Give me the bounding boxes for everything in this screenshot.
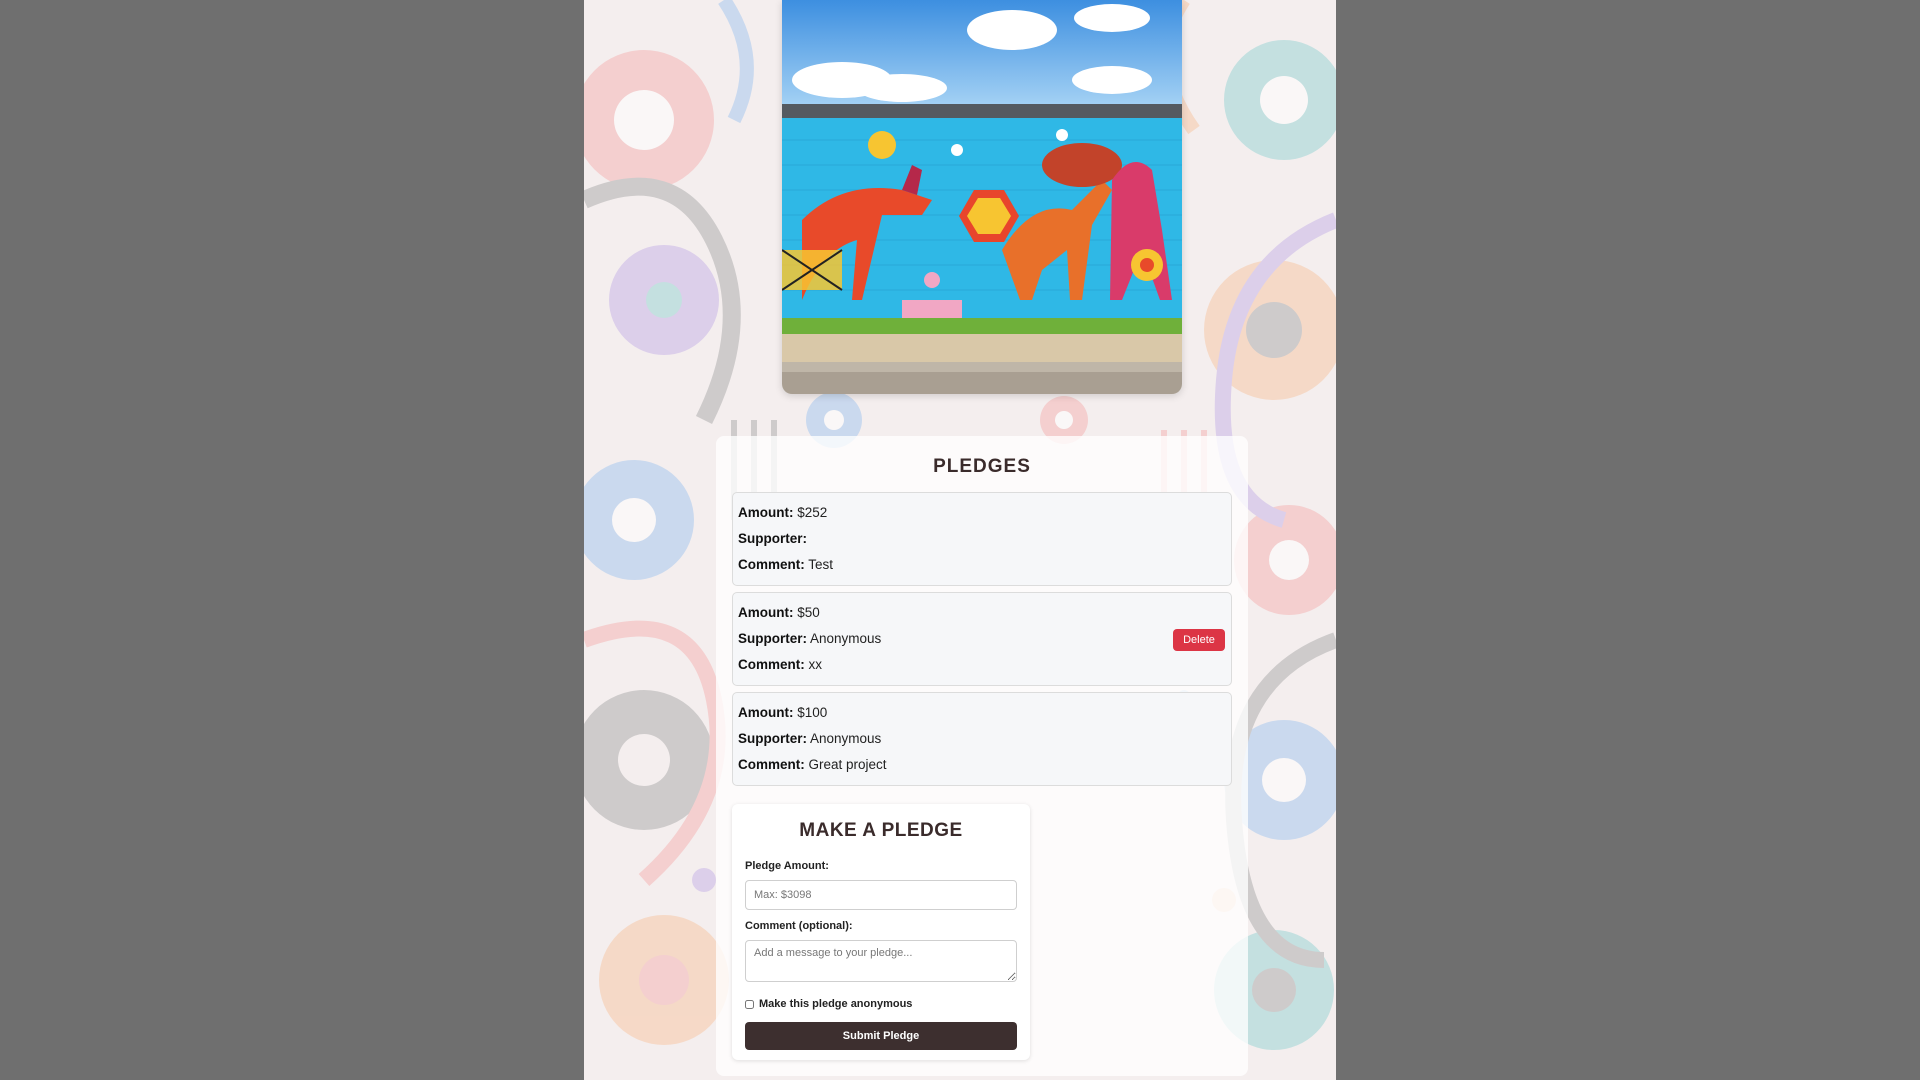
comment-label: Comment (optional):: [745, 920, 853, 932]
mural-illustration: [782, 0, 1182, 394]
pledge-amount-input[interactable]: [745, 880, 1017, 910]
comment-label: Comment:: [738, 557, 805, 572]
pledge-card: Amount: $50 Supporter: Anonymous Comment…: [732, 592, 1232, 686]
pledge-card: Amount: $100 Supporter: Anonymous Commen…: [732, 692, 1232, 786]
anonymous-label: Make this pledge anonymous: [759, 998, 913, 1010]
pledges-panel: PLEDGES Amount: $252 Supporter: Comment:…: [716, 436, 1248, 1076]
make-pledge-title: MAKE A PLEDGE: [799, 820, 963, 841]
comment-label: Comment:: [738, 757, 805, 772]
amount-label: Amount:: [738, 705, 794, 720]
comment-textarea[interactable]: [745, 940, 1017, 982]
pledge-comment: Comment: Test: [738, 557, 833, 572]
pledge-amount-label: Pledge Amount:: [745, 860, 829, 872]
amount-label: Amount:: [738, 505, 794, 520]
make-pledge-form: MAKE A PLEDGE Pledge Amount: Comment (op…: [732, 804, 1030, 1060]
submit-pledge-button[interactable]: Submit Pledge: [745, 1022, 1017, 1050]
anonymous-option[interactable]: Make this pledge anonymous: [745, 998, 912, 1010]
supporter-value: Anonymous: [810, 731, 882, 746]
supporter-value: Anonymous: [810, 631, 882, 646]
supporter-label: Supporter:: [738, 731, 807, 746]
pledges-title: PLEDGES: [933, 456, 1031, 477]
supporter-label: Supporter:: [738, 631, 807, 646]
amount-value: $50: [797, 605, 820, 620]
pledge-amount: Amount: $50: [738, 605, 820, 620]
comment-value: Great project: [808, 757, 887, 772]
pledge-supporter: Supporter: Anonymous: [738, 731, 881, 746]
pledge-supporter: Supporter:: [738, 531, 807, 546]
amount-value: $100: [797, 705, 828, 720]
anonymous-checkbox[interactable]: [745, 999, 754, 1009]
comment-value: Test: [808, 557, 834, 572]
amount-value: $252: [797, 505, 828, 520]
supporter-label: Supporter:: [738, 531, 807, 546]
comment-label: Comment:: [738, 657, 805, 672]
pledge-card: Amount: $252 Supporter: Comment: Test: [732, 492, 1232, 586]
delete-pledge-button[interactable]: Delete: [1173, 629, 1225, 651]
pledge-comment: Comment: Great project: [738, 757, 887, 772]
mural-image: [782, 0, 1182, 394]
pledge-amount: Amount: $100: [738, 705, 827, 720]
comment-value: xx: [808, 657, 823, 672]
pledge-supporter: Supporter: Anonymous: [738, 631, 881, 646]
pledge-comment: Comment: xx: [738, 657, 822, 672]
pledge-amount: Amount: $252: [738, 505, 827, 520]
amount-label: Amount:: [738, 605, 794, 620]
